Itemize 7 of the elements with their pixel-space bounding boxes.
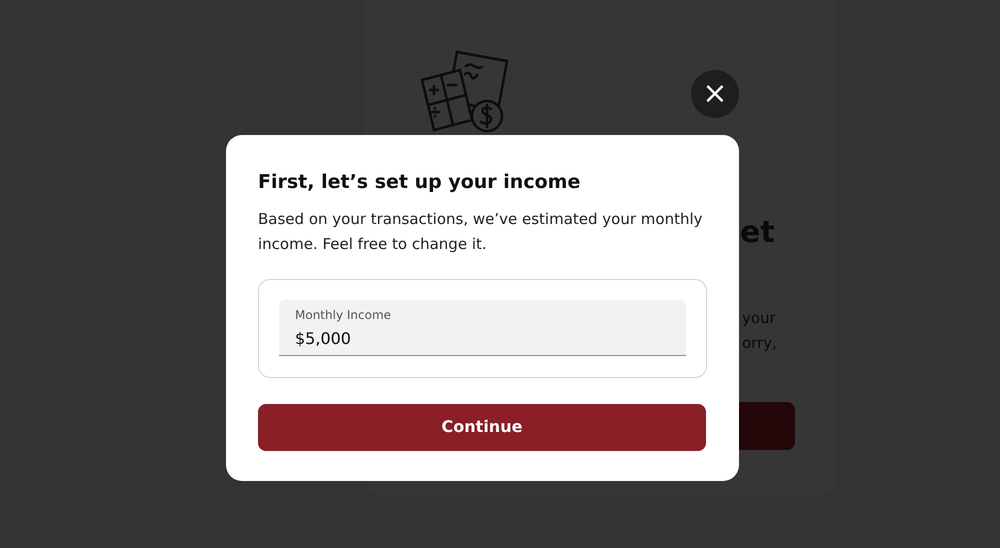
monthly-income-field[interactable]: Monthly Income $5,000 bbox=[279, 300, 686, 356]
dialog-description: Based on your transactions, we’ve estimated your monthly income. Feel free to change it. bbox=[258, 208, 704, 255]
dialog-title: First, let’s set up your income bbox=[258, 171, 582, 195]
continue-button[interactable]: Continue bbox=[258, 404, 706, 451]
calculator-document-dollar-icon bbox=[420, 50, 510, 134]
field-label: Monthly Income bbox=[295, 308, 392, 323]
field-value: $5,000 bbox=[295, 328, 352, 350]
